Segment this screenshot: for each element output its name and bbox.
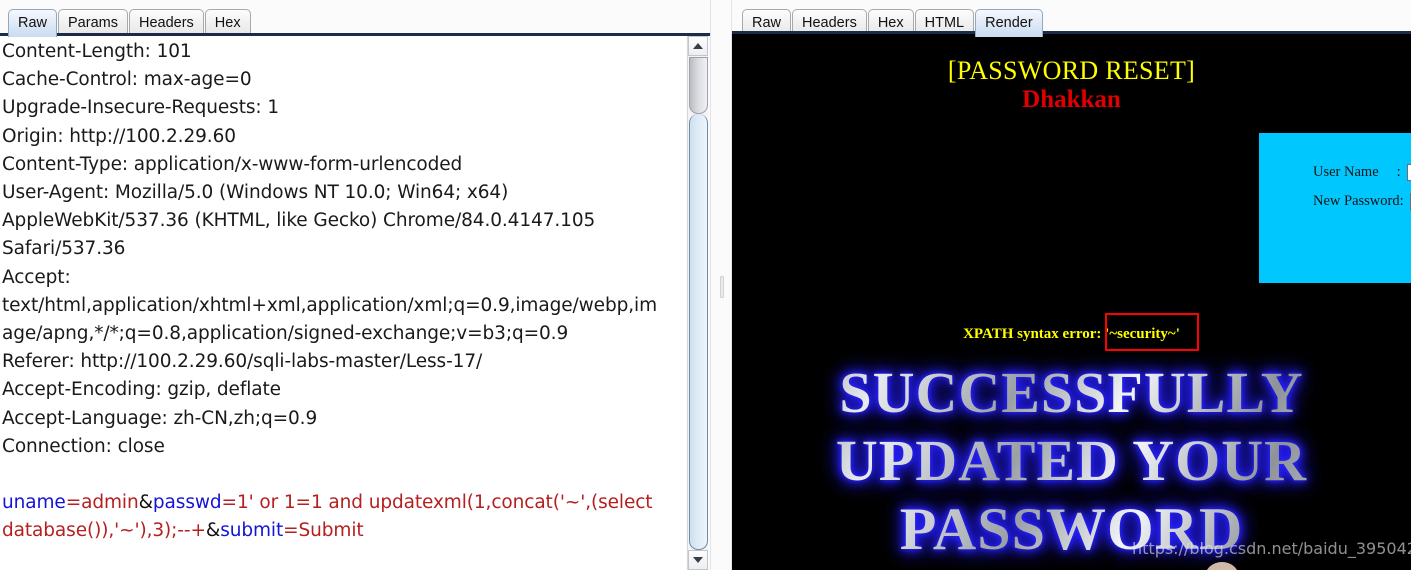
- user-name-label: User Name: [1313, 164, 1379, 180]
- chevron-up-icon: [693, 43, 703, 49]
- header-line: Content-Length: 101: [2, 41, 192, 62]
- request-raw-text-area[interactable]: Content-Length: 101 Cache-Control: max-a…: [0, 36, 686, 570]
- new-password-label: New Password: [1313, 193, 1400, 209]
- header-line: age/apng,*/*;q=0.8,application/signed-ex…: [2, 323, 569, 345]
- body-param-uname-value: =admin: [65, 492, 139, 514]
- response-tab-render[interactable]: Render: [975, 9, 1043, 37]
- panel-splitter[interactable]: [710, 0, 732, 570]
- header-line: Origin: http://100.2.29.60: [2, 125, 236, 147]
- user-name-colon: :: [1396, 164, 1401, 180]
- new-password-colon: :: [1399, 193, 1404, 209]
- watermark-avatar: [1205, 562, 1239, 570]
- request-body-line-2: database()),'~'),3);--+&submit=Submit: [2, 517, 686, 545]
- request-tabstrip: Raw Params Headers Hex: [8, 3, 251, 37]
- success-line-2: UPDATED YOUR: [732, 427, 1411, 495]
- header-line: Upgrade-Insecure-Requests: 1: [2, 97, 279, 119]
- body-param-uname-key: uname: [2, 492, 66, 514]
- request-body: uname=admin&passwd=1' or 1=1 and updatex…: [2, 489, 686, 545]
- body-param-passwd-value-cont: database()),'~'),3);--+: [2, 520, 206, 542]
- user-name-row: User Name:: [1313, 164, 1411, 182]
- success-banner: SUCCESSFULLY UPDATED YOUR PASSWORD: [732, 359, 1411, 563]
- request-panel: Raw Params Headers Hex Content-Length: 1…: [0, 0, 712, 570]
- header-line: Accept:: [2, 266, 71, 288]
- user-name-input[interactable]: [1406, 164, 1411, 182]
- header-line: Referer: http://100.2.29.60/sqli-labs-ma…: [2, 351, 483, 373]
- header-line: Connection: close: [2, 435, 165, 457]
- header-line: Accept-Language: zh-CN,zh;q=0.9: [2, 407, 318, 429]
- body-param-submit-key: submit: [220, 520, 284, 542]
- chevron-down-icon: [693, 557, 703, 563]
- header-line: text/html,application/xhtml+xml,applicat…: [2, 294, 657, 316]
- new-password-row: New Password:: [1313, 193, 1411, 211]
- request-vertical-scrollbar[interactable]: [687, 36, 708, 570]
- success-line-1: SUCCESSFULLY: [732, 359, 1411, 427]
- splitter-grip-handle[interactable]: [720, 276, 724, 298]
- watermark-url: https://blog.csdn.net/baidu_39504221: [1132, 539, 1411, 558]
- scroll-up-button[interactable]: [688, 36, 708, 56]
- scroll-down-button[interactable]: [688, 550, 708, 570]
- scrollbar-thumb-cap[interactable]: [689, 57, 708, 114]
- body-param-passwd-value: =1' or 1=1 and updatexml(1,concat('~',(s…: [221, 492, 653, 514]
- header-line: Accept-Encoding: gzip, deflate: [2, 379, 281, 401]
- scrollbar-thumb[interactable]: [689, 114, 708, 550]
- header-line: AppleWebKit/537.36 (KHTML, like Gecko) C…: [2, 210, 596, 232]
- xpath-error-message: XPATH syntax error: '~security~': [963, 326, 1180, 342]
- page-subtitle: Dhakkan: [1022, 86, 1121, 113]
- body-ampersand-2: &: [205, 520, 221, 542]
- rendered-page-view[interactable]: [PASSWORD RESET] Dhakkan User Name: New …: [732, 34, 1411, 570]
- page-title: [PASSWORD RESET]: [947, 56, 1196, 85]
- header-line: Cache-Control: max-age=0: [2, 69, 252, 91]
- response-panel: Raw Headers Hex HTML Render [PASSWORD RE…: [732, 0, 1411, 570]
- password-reset-form-box: User Name: New Password:: [1259, 133, 1411, 283]
- body-ampersand-1: &: [138, 492, 153, 514]
- header-line: User-Agent: Mozilla/5.0 (Windows NT 10.0…: [2, 182, 509, 204]
- burp-suite-window: Raw Params Headers Hex Content-Length: 1…: [0, 0, 1411, 570]
- request-body-line-1: uname=admin&passwd=1' or 1=1 and updatex…: [2, 489, 686, 517]
- header-line: Content-Type: application/x-www-form-url…: [2, 153, 463, 175]
- header-line: Safari/537.36: [2, 238, 126, 260]
- body-param-passwd-key: passwd: [152, 492, 222, 514]
- annotation-rectangle: [1105, 313, 1199, 351]
- body-param-submit-value: =Submit: [283, 520, 364, 542]
- request-tab-raw[interactable]: Raw: [8, 9, 58, 37]
